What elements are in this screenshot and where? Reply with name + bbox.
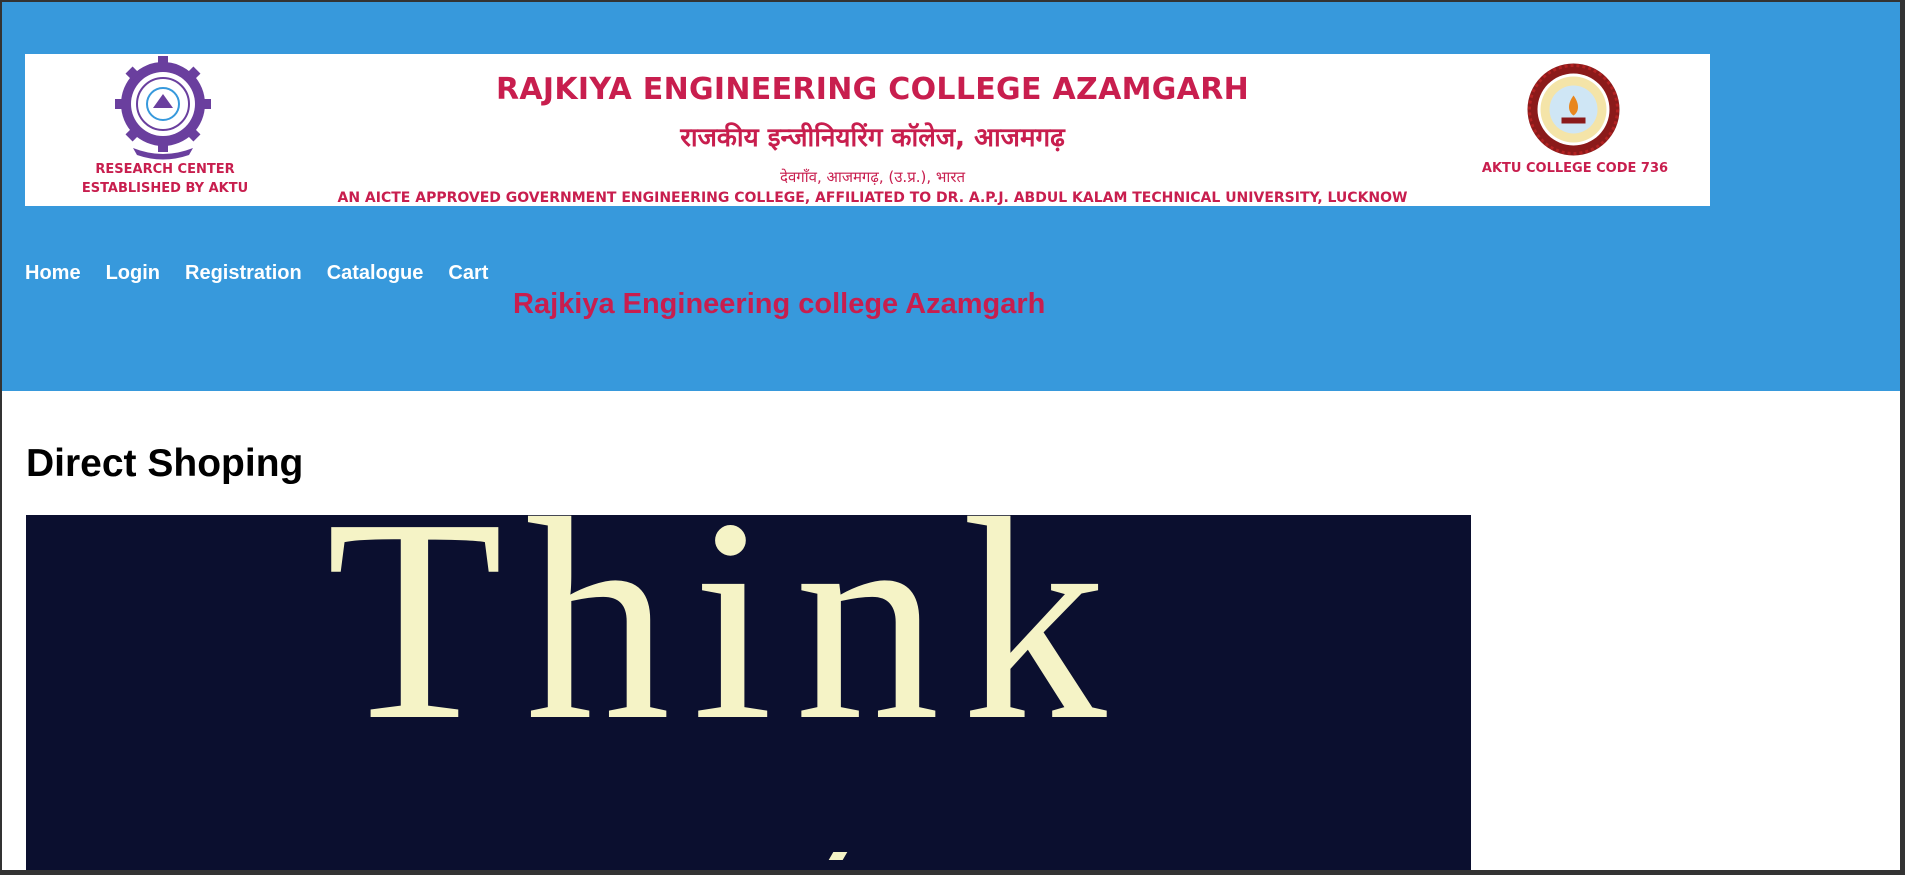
nav-login[interactable]: Login xyxy=(106,262,160,285)
book-cover-title: Think xyxy=(326,515,1129,780)
section-heading: Direct Shoping xyxy=(26,442,304,485)
scrolling-college-name: Rajkiya Engineering college Azamgarh xyxy=(513,288,1046,320)
aktu-seal-icon xyxy=(1527,63,1620,156)
main-nav: Home Login Registration Catalogue Cart xyxy=(25,262,488,285)
nav-registration[interactable]: Registration xyxy=(185,262,302,285)
book-cover-image[interactable]: Think xyxy=(26,515,1471,870)
page: RESEARCH CENTER ESTABLISHED BY AKTU RAJK… xyxy=(2,2,1902,870)
college-location-hindi: देवगाँव, आजमगढ़, (उ.प्र.), भारत xyxy=(779,168,965,186)
header-bar: RESEARCH CENTER ESTABLISHED BY AKTU RAJK… xyxy=(2,2,1902,391)
window-scrollbar[interactable] xyxy=(1900,2,1903,870)
nav-home[interactable]: Home xyxy=(25,262,81,285)
aktu-code-caption: AKTU COLLEGE CODE 736 xyxy=(1481,161,1669,176)
nav-catalogue[interactable]: Catalogue xyxy=(327,262,424,285)
college-affiliation: AN AICTE APPROVED GOVERNMENT ENGINEERING… xyxy=(337,190,1408,206)
college-title-hindi: राजकीय इन्जीनियरिंग कॉलेज, आजमगढ़ xyxy=(680,123,1065,153)
college-banner: RESEARCH CENTER ESTABLISHED BY AKTU RAJK… xyxy=(25,54,1710,206)
nav-cart[interactable]: Cart xyxy=(448,262,488,285)
book-cover-mark xyxy=(828,852,848,860)
college-title-english: RAJKIYA ENGINEERING COLLEGE AZAMGARH xyxy=(495,72,1250,107)
